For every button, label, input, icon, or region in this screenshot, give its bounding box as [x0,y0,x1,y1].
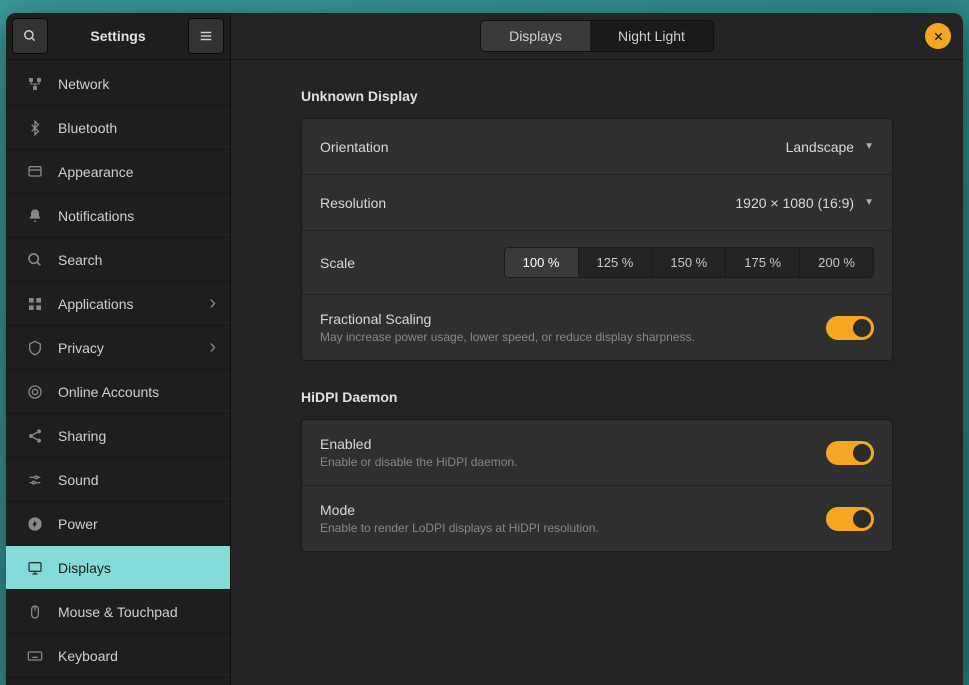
bluetooth-icon [26,120,44,136]
row-hidpi-enabled: Enabled Enable or disable the HiDPI daem… [302,420,892,486]
orientation-value: Landscape [786,139,855,155]
sidebar-item-sharing[interactable]: Sharing [6,414,230,458]
sidebar-header: Settings [6,13,230,60]
search-icon [26,252,44,268]
row-orientation[interactable]: Orientation Landscape ▼ [302,119,892,175]
dropdown-icon: ▼ [864,141,874,152]
sidebar-item-search[interactable]: Search [6,238,230,282]
sidebar-item-power[interactable]: Power [6,502,230,546]
scale-option-175[interactable]: 175 % [726,248,800,277]
sidebar-item-label: Sharing [58,428,216,444]
mouse-icon [26,604,44,620]
notifications-icon [26,208,44,224]
privacy-icon [26,340,44,356]
sidebar-item-label: Mouse & Touchpad [58,604,216,620]
appearance-icon [26,164,44,180]
scale-option-125[interactable]: 125 % [579,248,653,277]
mode-label: Mode [320,502,826,518]
sidebar-item-privacy[interactable]: Privacy › [6,326,230,370]
sidebar-item-network[interactable]: Network [6,62,230,106]
sidebar-item-bluetooth[interactable]: Bluetooth [6,106,230,150]
sidebar-item-label: Bluetooth [58,120,216,136]
search-button[interactable] [12,18,48,54]
sharing-icon [26,428,44,444]
chevron-right-icon: › [209,292,216,315]
sidebar-item-label: Notifications [58,208,216,224]
sidebar-item-appearance[interactable]: Appearance [6,150,230,194]
scale-option-100[interactable]: 100 % [505,248,579,277]
sidebar: Settings Network Bluetooth Appearance Notif… [6,13,231,685]
sidebar-item-label: Power [58,516,216,532]
apps-icon [26,296,44,312]
hidpi-panel: Enabled Enable or disable the HiDPI daem… [301,419,893,552]
sidebar-item-label: Applications [58,296,195,312]
close-button[interactable] [925,23,951,49]
orientation-label: Orientation [320,139,786,155]
sidebar-item-mouse-touchpad[interactable]: Mouse & Touchpad [6,590,230,634]
sidebar-item-label: Search [58,252,216,268]
sidebar-item-displays[interactable]: Displays [6,546,230,590]
scale-option-150[interactable]: 150 % [652,248,726,277]
close-icon [933,31,944,42]
tab-switcher: Displays Night Light [480,20,714,52]
dropdown-icon: ▼ [864,197,874,208]
sidebar-item-label: Privacy [58,340,195,356]
scale-option-200[interactable]: 200 % [800,248,873,277]
fractional-label: Fractional Scaling [320,311,826,327]
main-panel: Displays Night Light Unknown Display Ori… [231,13,963,685]
row-fractional-scaling: Fractional Scaling May increase power us… [302,295,892,360]
scale-options: 100 %125 %150 %175 %200 % [504,247,874,278]
resolution-label: Resolution [320,195,735,211]
hamburger-icon [199,29,213,43]
displays-icon [26,560,44,576]
content: Unknown Display Orientation Landscape ▼ … [231,60,963,685]
fractional-toggle[interactable] [826,316,874,340]
fractional-sub: May increase power usage, lower speed, o… [320,330,826,344]
network-icon [26,76,44,92]
power-icon [26,516,44,532]
sidebar-item-online-accounts[interactable]: Online Accounts [6,370,230,414]
row-resolution[interactable]: Resolution 1920 × 1080 (16:9) ▼ [302,175,892,231]
mode-toggle[interactable] [826,507,874,531]
tab-night-light[interactable]: Night Light [590,21,713,51]
enabled-sub: Enable or disable the HiDPI daemon. [320,455,826,469]
sidebar-list: Network Bluetooth Appearance Notifications S… [6,60,230,685]
menu-button[interactable] [188,18,224,54]
enabled-toggle[interactable] [826,441,874,465]
sidebar-item-label: Appearance [58,164,216,180]
keyboard-icon [26,648,44,664]
sidebar-item-label: Online Accounts [58,384,216,400]
sidebar-item-keyboard[interactable]: Keyboard [6,634,230,678]
sidebar-item-label: Sound [58,472,216,488]
sidebar-item-notifications[interactable]: Notifications [6,194,230,238]
search-icon [23,29,37,43]
row-scale: Scale 100 %125 %150 %175 %200 % [302,231,892,295]
sidebar-item-label: Displays [58,560,216,576]
resolution-value: 1920 × 1080 (16:9) [735,195,854,211]
sidebar-item-label: Keyboard [58,648,216,664]
display-settings-panel: Orientation Landscape ▼ Resolution 1920 … [301,118,893,361]
row-hidpi-mode: Mode Enable to render LoDPI displays at … [302,486,892,551]
section-title-display: Unknown Display [301,88,893,104]
main-header: Displays Night Light [231,13,963,60]
sidebar-item-label: Network [58,76,216,92]
accounts-icon [26,384,44,400]
sound-icon [26,472,44,488]
section-title-hidpi: HiDPI Daemon [301,389,893,405]
enabled-label: Enabled [320,436,826,452]
sidebar-item-applications[interactable]: Applications › [6,282,230,326]
chevron-right-icon: › [209,336,216,359]
sidebar-title: Settings [54,28,182,44]
scale-label: Scale [320,255,504,271]
sidebar-item-sound[interactable]: Sound [6,458,230,502]
tab-displays[interactable]: Displays [481,21,590,51]
settings-window: Settings Network Bluetooth Appearance Notif… [6,13,963,685]
mode-sub: Enable to render LoDPI displays at HiDPI… [320,521,826,535]
